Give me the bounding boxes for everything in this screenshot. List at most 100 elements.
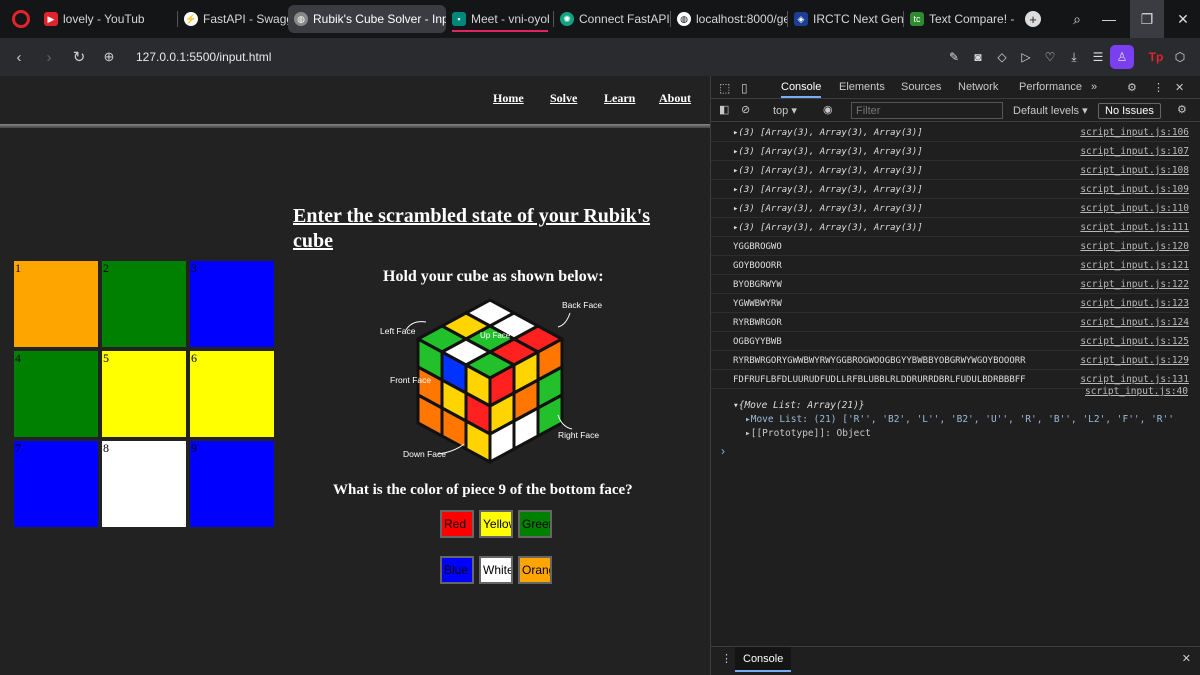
console-log-row[interactable]: ▸(3) [Array(3), Array(3), Array(3)] scrip… [711, 200, 1189, 218]
grid-piece-4[interactable]: 4 [13, 350, 99, 438]
tab-network[interactable]: Network [958, 81, 998, 93]
movelist-array[interactable]: ▸Move List: (21) ['R'', 'B2', 'L'', 'B2'… [745, 414, 1174, 425]
red-button[interactable]: Red [440, 510, 474, 538]
log-source-link[interactable]: script_input.js:131 [1080, 374, 1189, 385]
opera-logo-icon[interactable] [12, 10, 30, 28]
white-button[interactable]: White [479, 556, 513, 584]
grid-piece-1[interactable]: 1 [13, 260, 99, 348]
log-source-link[interactable]: script_input.js:40 [1085, 386, 1188, 397]
nav-home-link[interactable]: Home [493, 91, 524, 106]
nav-solve-link[interactable]: Solve [550, 91, 577, 106]
new-tab-plus-icon[interactable]: + [1025, 11, 1041, 27]
grid-piece-8[interactable]: 8 [101, 440, 187, 528]
search-icon[interactable]: ⌕ [1064, 0, 1090, 38]
drawer-menu-icon[interactable]: ⋮ [721, 652, 732, 665]
console-log-row[interactable]: ▸(3) [Array(3), Array(3), Array(3)] scrip… [711, 181, 1189, 199]
eye-icon[interactable]: ◉ [823, 103, 833, 116]
minimize-icon[interactable]: — [1096, 0, 1122, 38]
tab-localhost[interactable]: ◍ localhost:8000/get- [671, 5, 788, 33]
tab-irctc[interactable]: ◈ IRCTC Next Genera [788, 5, 904, 33]
tp-extension-icon[interactable]: Tp [1144, 45, 1168, 69]
console-log-row[interactable]: YGWWBWYRW script_input.js:123 [711, 295, 1189, 313]
nav-about-link[interactable]: About [659, 91, 691, 106]
tab-sources[interactable]: Sources [901, 81, 941, 93]
restore-icon[interactable]: ❐ [1130, 0, 1164, 38]
tab-youtube[interactable]: ▶ lovely - YouTub [38, 5, 178, 33]
inspect-element-icon[interactable]: ⬚ [719, 81, 730, 95]
grid-piece-7[interactable]: 7 [13, 440, 99, 528]
console-log-row[interactable]: OGBGYYBWB script_input.js:125 [711, 333, 1189, 351]
log-source-link[interactable]: script_input.js:106 [1080, 127, 1189, 138]
yellow-button[interactable]: Yellow [479, 510, 513, 538]
camera-icon[interactable]: ◙ [966, 45, 990, 69]
heart-icon[interactable]: ♡ [1038, 45, 1062, 69]
edit-icon[interactable]: ✎ [942, 45, 966, 69]
log-source-link[interactable]: script_input.js:120 [1080, 241, 1189, 252]
settings-gear-icon[interactable]: ⚙ [1127, 81, 1137, 94]
orange-button[interactable]: Orange [518, 556, 552, 584]
reload-icon[interactable]: ↻ [64, 48, 94, 66]
console-log-row[interactable]: ▸(3) [Array(3), Array(3), Array(3)] scrip… [711, 124, 1189, 142]
device-toolbar-icon[interactable]: ▯ [741, 81, 748, 95]
tab-performance[interactable]: Performance [1019, 81, 1082, 93]
green-button[interactable]: Green [518, 510, 552, 538]
console-log-row[interactable]: BYOBGRWYW script_input.js:122 [711, 276, 1189, 294]
console-settings-gear-icon[interactable]: ⚙ [1177, 103, 1187, 116]
extensions-cube-icon[interactable]: ⬡ [1168, 45, 1192, 69]
grid-piece-2[interactable]: 2 [101, 260, 187, 348]
log-source-link[interactable]: script_input.js:109 [1080, 184, 1189, 195]
nav-learn-link[interactable]: Learn [604, 91, 635, 106]
tab-elements[interactable]: Elements [839, 81, 885, 93]
log-source-link[interactable]: script_input.js:111 [1080, 222, 1189, 233]
grid-piece-3[interactable]: 3 [189, 260, 275, 348]
movelist-object[interactable]: ▾{Move List: Array(21)} [733, 400, 865, 411]
log-source-link[interactable]: script_input.js:122 [1080, 279, 1189, 290]
issues-button[interactable]: No Issues [1098, 103, 1161, 119]
shield-icon[interactable]: ◇ [990, 45, 1014, 69]
drawer-console-tab[interactable]: Console [735, 647, 792, 672]
grid-piece-9[interactable]: 9 [189, 440, 275, 528]
log-source-link[interactable]: script_input.js:124 [1080, 317, 1189, 328]
blue-button[interactable]: Blue [440, 556, 474, 584]
tab-meet[interactable]: ▪ Meet - vni-oyol [446, 5, 554, 33]
log-source-link[interactable]: script_input.js:129 [1080, 355, 1189, 366]
site-info-icon[interactable]: ⊕ [94, 49, 124, 65]
play-icon[interactable]: ▷ [1014, 45, 1038, 69]
console-log-row[interactable]: YGGBROGWO script_input.js:120 [711, 238, 1189, 256]
log-source-link[interactable]: script_input.js:108 [1080, 165, 1189, 176]
console-log-row[interactable]: GOYBOOORR script_input.js:121 [711, 257, 1189, 275]
grid-piece-5[interactable]: 5 [101, 350, 187, 438]
grid-piece-6[interactable]: 6 [189, 350, 275, 438]
download-icon[interactable]: ⤓ [1062, 45, 1086, 69]
close-devtools-icon[interactable]: ✕ [1175, 81, 1184, 94]
prototype-entry[interactable]: ▸[[Prototype]]: Object [745, 428, 871, 439]
tab-console[interactable]: Console [781, 81, 822, 98]
log-source-link[interactable]: script_input.js:110 [1080, 203, 1189, 214]
console-filter-input[interactable] [851, 102, 1003, 119]
log-source-link[interactable]: script_input.js:107 [1080, 146, 1189, 157]
console-log-row[interactable]: RYRBWRGOR script_input.js:124 [711, 314, 1189, 332]
more-tabs-icon[interactable]: » [1091, 81, 1097, 93]
log-source-link[interactable]: script_input.js:123 [1080, 298, 1189, 309]
log-source-link[interactable]: script_input.js:125 [1080, 336, 1189, 347]
url-field[interactable]: 127.0.0.1:5500/input.html [136, 50, 271, 64]
close-icon[interactable]: ✕ [1168, 0, 1198, 38]
console-log-row[interactable]: ▸(3) [Array(3), Array(3), Array(3)] scrip… [711, 219, 1189, 237]
tab-rubiks-solver[interactable]: ◍ Rubik's Cube Solver - Inpu [288, 5, 446, 33]
log-levels-dropdown[interactable]: Default levels ▾ [1013, 104, 1088, 117]
clear-console-icon[interactable]: ⊘ [741, 103, 750, 116]
log-source-link[interactable]: script_input.js:121 [1080, 260, 1189, 271]
context-select[interactable]: top ▾ [773, 104, 797, 117]
tab-chatgpt[interactable]: ✺ Connect FastAPI wi [554, 5, 671, 33]
more-options-icon[interactable]: ⋮ [1153, 81, 1164, 94]
close-drawer-icon[interactable]: ✕ [1182, 652, 1191, 665]
tab-text-compare[interactable]: tc Text Compare! - An [904, 5, 1017, 33]
sidebar-toggle-icon[interactable]: ◧ [719, 103, 729, 116]
console-log-row[interactable]: ▸(3) [Array(3), Array(3), Array(3)] scrip… [711, 143, 1189, 161]
back-arrow-icon[interactable]: ‹ [4, 49, 34, 66]
console-prompt[interactable]: › [721, 444, 725, 458]
console-log-row[interactable]: ▸(3) [Array(3), Array(3), Array(3)] scrip… [711, 162, 1189, 180]
console-log-row[interactable]: RYRBWRGORYGWWBWYRWYGGBROGWOOGBGYYBWBBYOB… [711, 352, 1189, 370]
easy-setup-icon[interactable]: ☰ [1086, 45, 1110, 69]
profile-icon[interactable]: ♙ [1110, 45, 1134, 69]
